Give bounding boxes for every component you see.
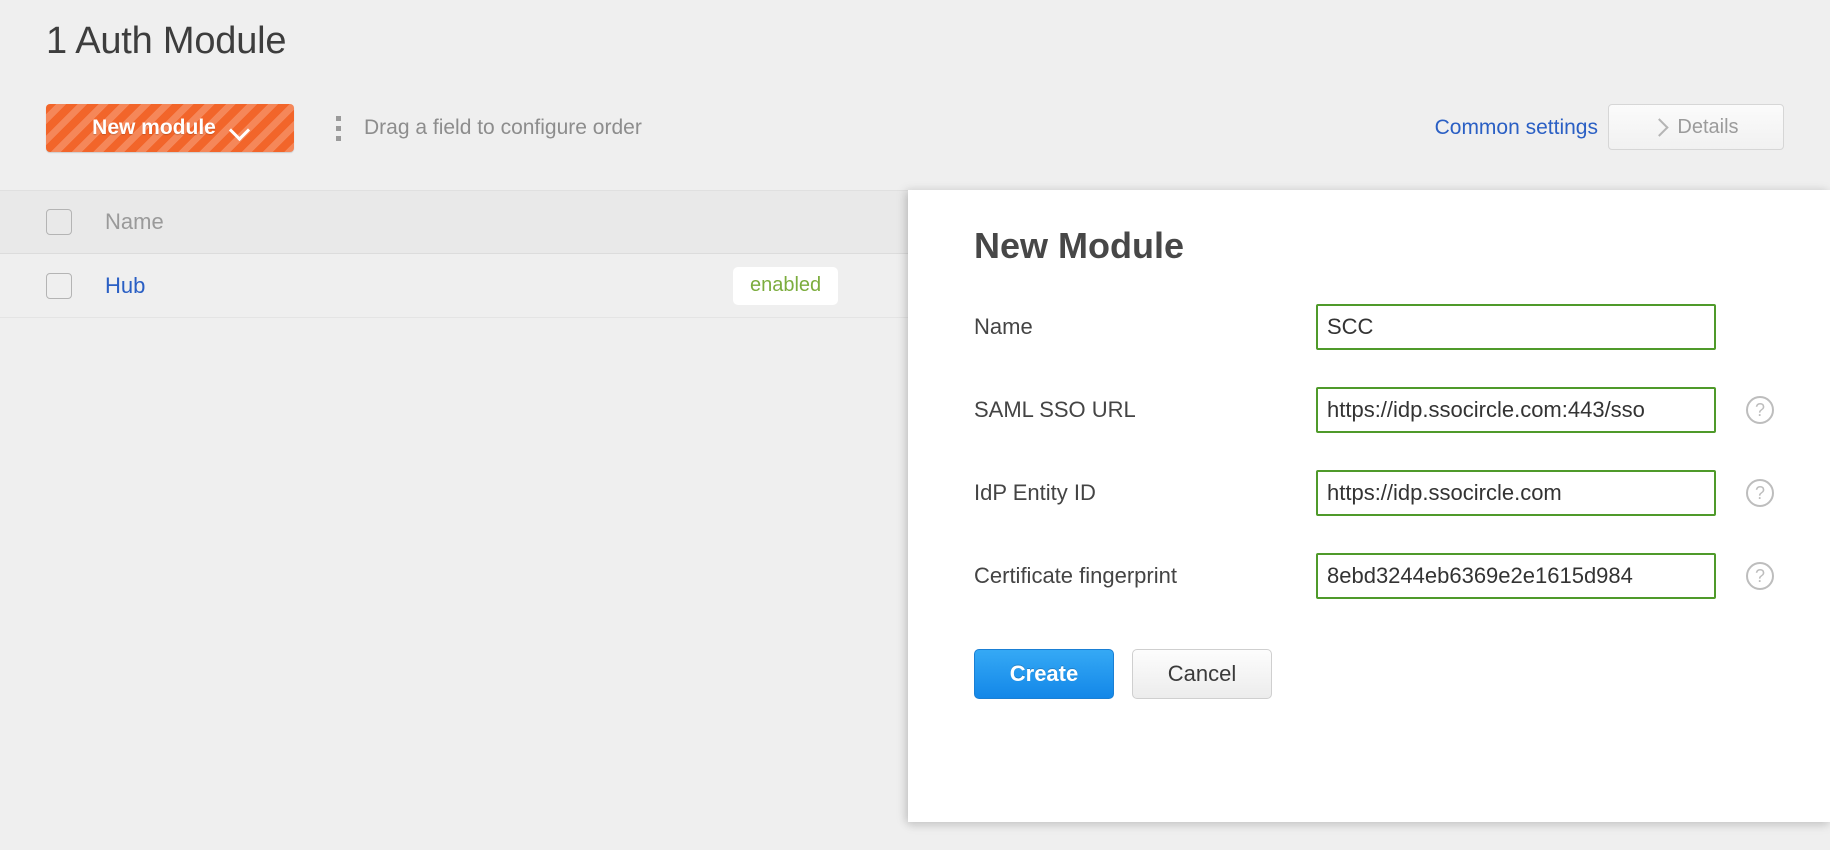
row-select-checkbox[interactable] bbox=[46, 272, 72, 299]
column-header-name: Name bbox=[105, 209, 164, 234]
details-button[interactable]: Details bbox=[1608, 104, 1784, 150]
form-row-saml-sso-url: SAML SSO URL ? bbox=[974, 387, 1774, 433]
help-circle-icon[interactable]: ? bbox=[1746, 396, 1774, 424]
new-module-button[interactable]: New module bbox=[46, 104, 294, 152]
help-circle-icon[interactable]: ? bbox=[1746, 562, 1774, 590]
details-label: Details bbox=[1677, 115, 1739, 138]
chevron-down-icon bbox=[230, 123, 248, 134]
page-title: 1 Auth Module bbox=[46, 20, 287, 62]
form-row-certificate-fingerprint: Certificate fingerprint ? bbox=[974, 553, 1774, 599]
drag-handle-dot bbox=[336, 136, 341, 141]
new-module-dialog: New Module Name SAML SSO URL ? IdP Entit… bbox=[908, 190, 1830, 822]
saml-sso-url-input[interactable] bbox=[1316, 387, 1716, 433]
idp-entity-id-input[interactable] bbox=[1316, 470, 1716, 516]
form-row-name: Name bbox=[974, 304, 1774, 350]
chevron-right-icon bbox=[1653, 118, 1665, 136]
field-label-certificate-fingerprint: Certificate fingerprint bbox=[974, 563, 1177, 588]
create-button[interactable]: Create bbox=[974, 649, 1114, 699]
common-settings-link[interactable]: Common settings bbox=[1435, 114, 1598, 142]
help-circle-icon[interactable]: ? bbox=[1746, 479, 1774, 507]
select-all-checkbox[interactable] bbox=[46, 209, 72, 235]
field-label-saml-sso-url: SAML SSO URL bbox=[974, 397, 1136, 422]
dialog-title: New Module bbox=[974, 225, 1185, 266]
module-name-link[interactable]: Hub bbox=[105, 272, 145, 300]
field-label-name: Name bbox=[974, 314, 1033, 339]
toolbar: New module Drag a field to configure ord… bbox=[0, 104, 1830, 164]
form-row-idp-entity-id: IdP Entity ID ? bbox=[974, 470, 1774, 516]
drag-handle-icon[interactable] bbox=[336, 116, 344, 142]
drag-order-hint: Drag a field to configure order bbox=[364, 116, 642, 139]
dialog-actions: Create Cancel bbox=[974, 649, 1272, 699]
field-label-idp-entity-id: IdP Entity ID bbox=[974, 480, 1096, 505]
status-badge: enabled bbox=[733, 266, 839, 305]
drag-handle-dot bbox=[336, 116, 341, 121]
cancel-button[interactable]: Cancel bbox=[1132, 649, 1272, 699]
certificate-fingerprint-input[interactable] bbox=[1316, 553, 1716, 599]
new-module-label: New module bbox=[92, 116, 216, 139]
drag-handle-dot bbox=[336, 126, 341, 131]
name-input[interactable] bbox=[1316, 304, 1716, 350]
